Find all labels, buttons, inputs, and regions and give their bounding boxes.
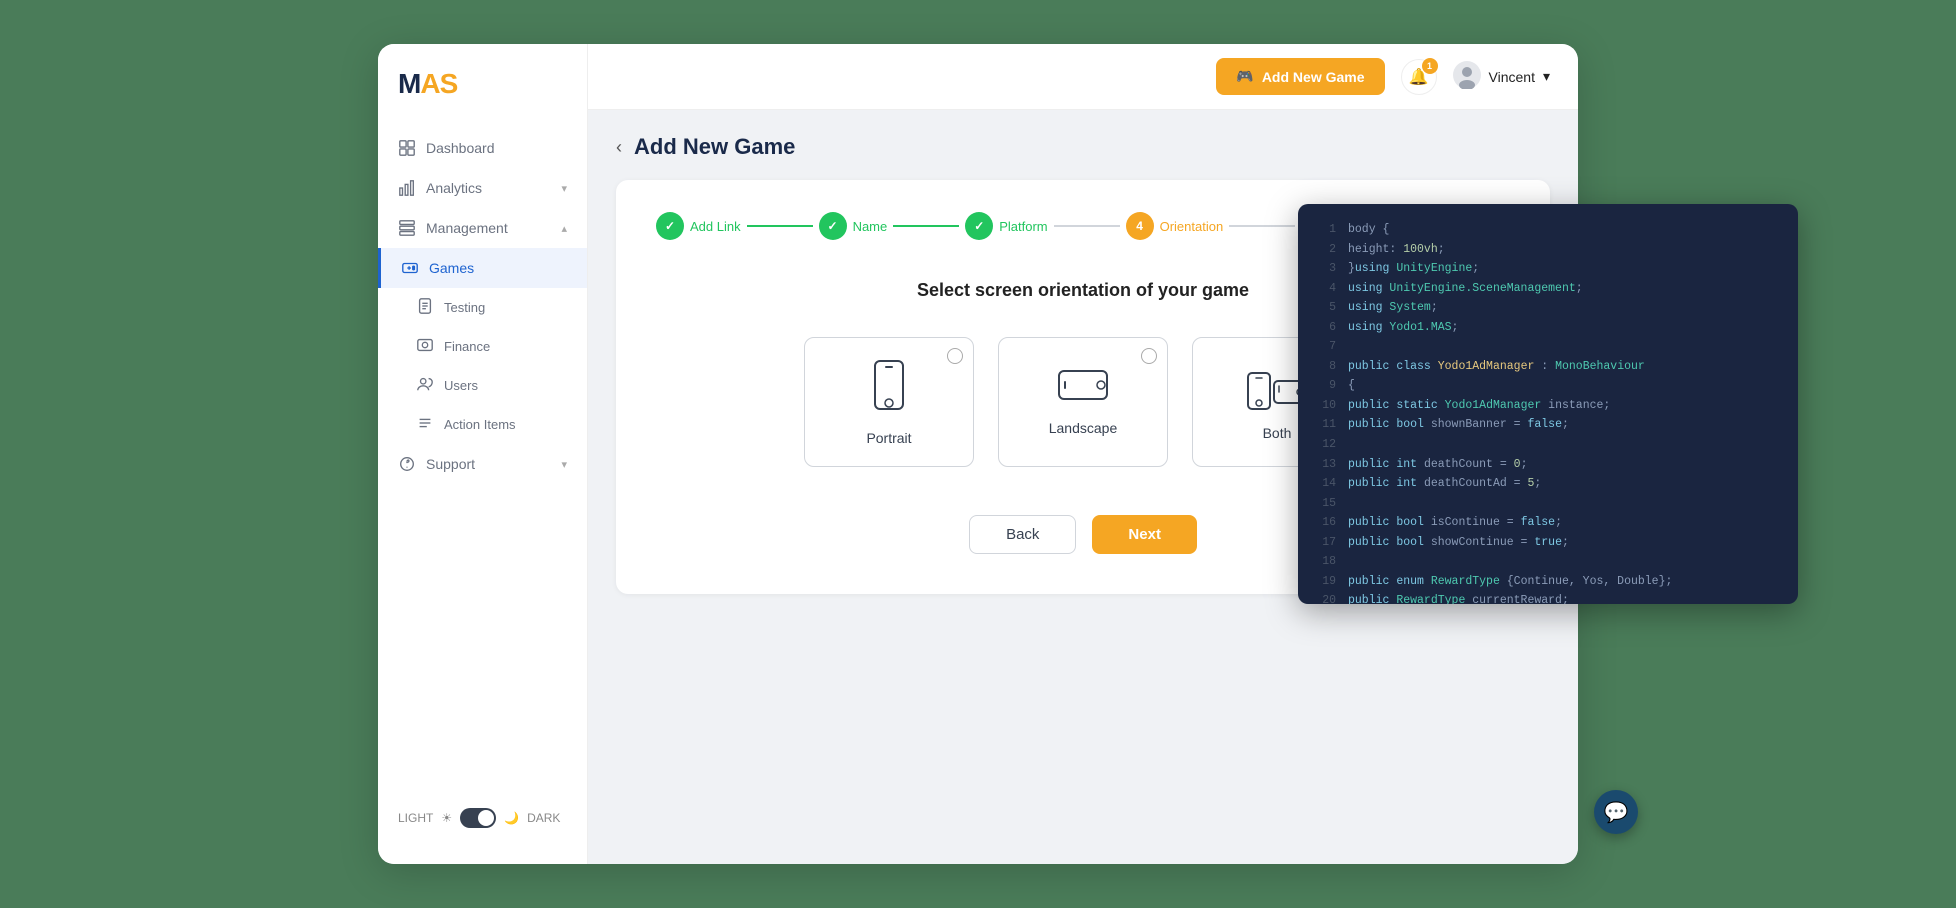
sidebar-item-testing[interactable]: Testing: [378, 288, 587, 327]
action-items-icon: [416, 414, 434, 435]
user-avatar-icon: [1453, 61, 1481, 92]
chevron-up-icon: ▴: [561, 222, 567, 235]
analytics-icon: [398, 179, 416, 197]
logo: MAS: [378, 44, 587, 120]
sidebar: MAS Dashboard: [378, 44, 588, 864]
sidebar-item-management[interactable]: Management ▴: [378, 208, 587, 248]
sidebar-item-label: Games: [429, 260, 474, 276]
step-circle-platform: ✓: [965, 212, 993, 240]
games-icon: [401, 259, 419, 277]
chevron-down-icon: ▾: [561, 182, 567, 195]
notification-badge: 1: [1422, 58, 1438, 74]
logo-text: MAS: [398, 68, 457, 100]
management-icon: [398, 219, 416, 237]
step-name: ✓ Name: [819, 212, 888, 240]
user-name: Vincent: [1489, 69, 1535, 85]
portrait-label: Portrait: [866, 430, 911, 446]
landscape-icon: [1057, 369, 1109, 406]
step-line-4: [1229, 225, 1295, 227]
back-arrow-button[interactable]: ‹: [616, 137, 622, 158]
notification-button[interactable]: 🔔 1: [1401, 59, 1437, 95]
theme-toggle[interactable]: [460, 808, 496, 828]
user-menu[interactable]: Vincent ▾: [1453, 61, 1550, 92]
sidebar-item-label: Support: [426, 456, 475, 472]
step-line-1: [747, 225, 813, 227]
step-circle-name: ✓: [819, 212, 847, 240]
sidebar-item-label: Management: [426, 220, 508, 236]
portrait-icon: [873, 359, 905, 416]
code-content: 1body { 2 height: 100vh; 3}using UnityEn…: [1316, 220, 1780, 604]
page-title: Add New Game: [634, 134, 795, 160]
testing-icon: [416, 297, 434, 318]
header: 🎮 Add New Game 🔔 1 Vincent ▾: [588, 44, 1578, 110]
sidebar-item-finance[interactable]: Finance: [378, 327, 587, 366]
users-icon: [416, 375, 434, 396]
main-container: MAS Dashboard: [378, 44, 1578, 864]
step-add-link: ✓ Add Link: [656, 212, 741, 240]
sidebar-item-support[interactable]: Support ▾: [378, 444, 587, 484]
sidebar-item-users[interactable]: Users: [378, 366, 587, 405]
user-chevron-icon: ▾: [1543, 68, 1550, 85]
chat-button[interactable]: 💬: [1594, 790, 1638, 834]
page-header: ‹ Add New Game: [616, 134, 1550, 160]
step-circle-orientation: 4: [1126, 212, 1154, 240]
sidebar-nav: Dashboard Analytics ▾: [378, 120, 587, 792]
both-label: Both: [1263, 425, 1292, 441]
step-orientation: 4 Orientation: [1126, 212, 1224, 240]
step-label-platform: Platform: [999, 219, 1047, 234]
sidebar-item-label: Analytics: [426, 180, 482, 196]
light-label: LIGHT: [398, 811, 433, 825]
sidebar-item-action-items[interactable]: Action Items: [378, 405, 587, 444]
landscape-label: Landscape: [1049, 420, 1118, 436]
add-new-game-button[interactable]: 🎮 Add New Game: [1216, 58, 1384, 95]
orientation-card-portrait[interactable]: Portrait: [804, 337, 974, 467]
sidebar-item-games[interactable]: Games: [378, 248, 587, 288]
sidebar-item-label: Finance: [444, 339, 490, 354]
sidebar-item-dashboard[interactable]: Dashboard: [378, 128, 587, 168]
orientation-card-landscape[interactable]: Landscape: [998, 337, 1168, 467]
next-button[interactable]: Next: [1092, 515, 1197, 554]
sidebar-item-label: Dashboard: [426, 140, 495, 156]
portrait-radio[interactable]: [947, 348, 963, 364]
chevron-down-icon: ▾: [561, 458, 567, 471]
dark-label: DARK: [527, 811, 560, 825]
step-label-orientation: Orientation: [1160, 219, 1224, 234]
landscape-radio[interactable]: [1141, 348, 1157, 364]
dashboard-icon: [398, 139, 416, 157]
step-circle-add-link: ✓: [656, 212, 684, 240]
step-line-3: [1054, 225, 1120, 227]
theme-switcher[interactable]: LIGHT ☀ 🌙 DARK: [378, 792, 587, 844]
chat-icon: 💬: [1604, 800, 1629, 825]
sidebar-item-label: Action Items: [444, 417, 516, 432]
sidebar-item-analytics[interactable]: Analytics ▾: [378, 168, 587, 208]
add-game-icon: 🎮: [1236, 68, 1253, 85]
finance-icon: [416, 336, 434, 357]
sidebar-item-label: Users: [444, 378, 478, 393]
step-line-2: [893, 225, 959, 227]
code-panel: 1body { 2 height: 100vh; 3}using UnityEn…: [1298, 204, 1798, 604]
sidebar-item-label: Testing: [444, 300, 485, 315]
step-platform: ✓ Platform: [965, 212, 1047, 240]
back-button[interactable]: Back: [969, 515, 1076, 554]
support-icon: [398, 455, 416, 473]
step-label-add-link: Add Link: [690, 219, 741, 234]
step-label-name: Name: [853, 219, 888, 234]
